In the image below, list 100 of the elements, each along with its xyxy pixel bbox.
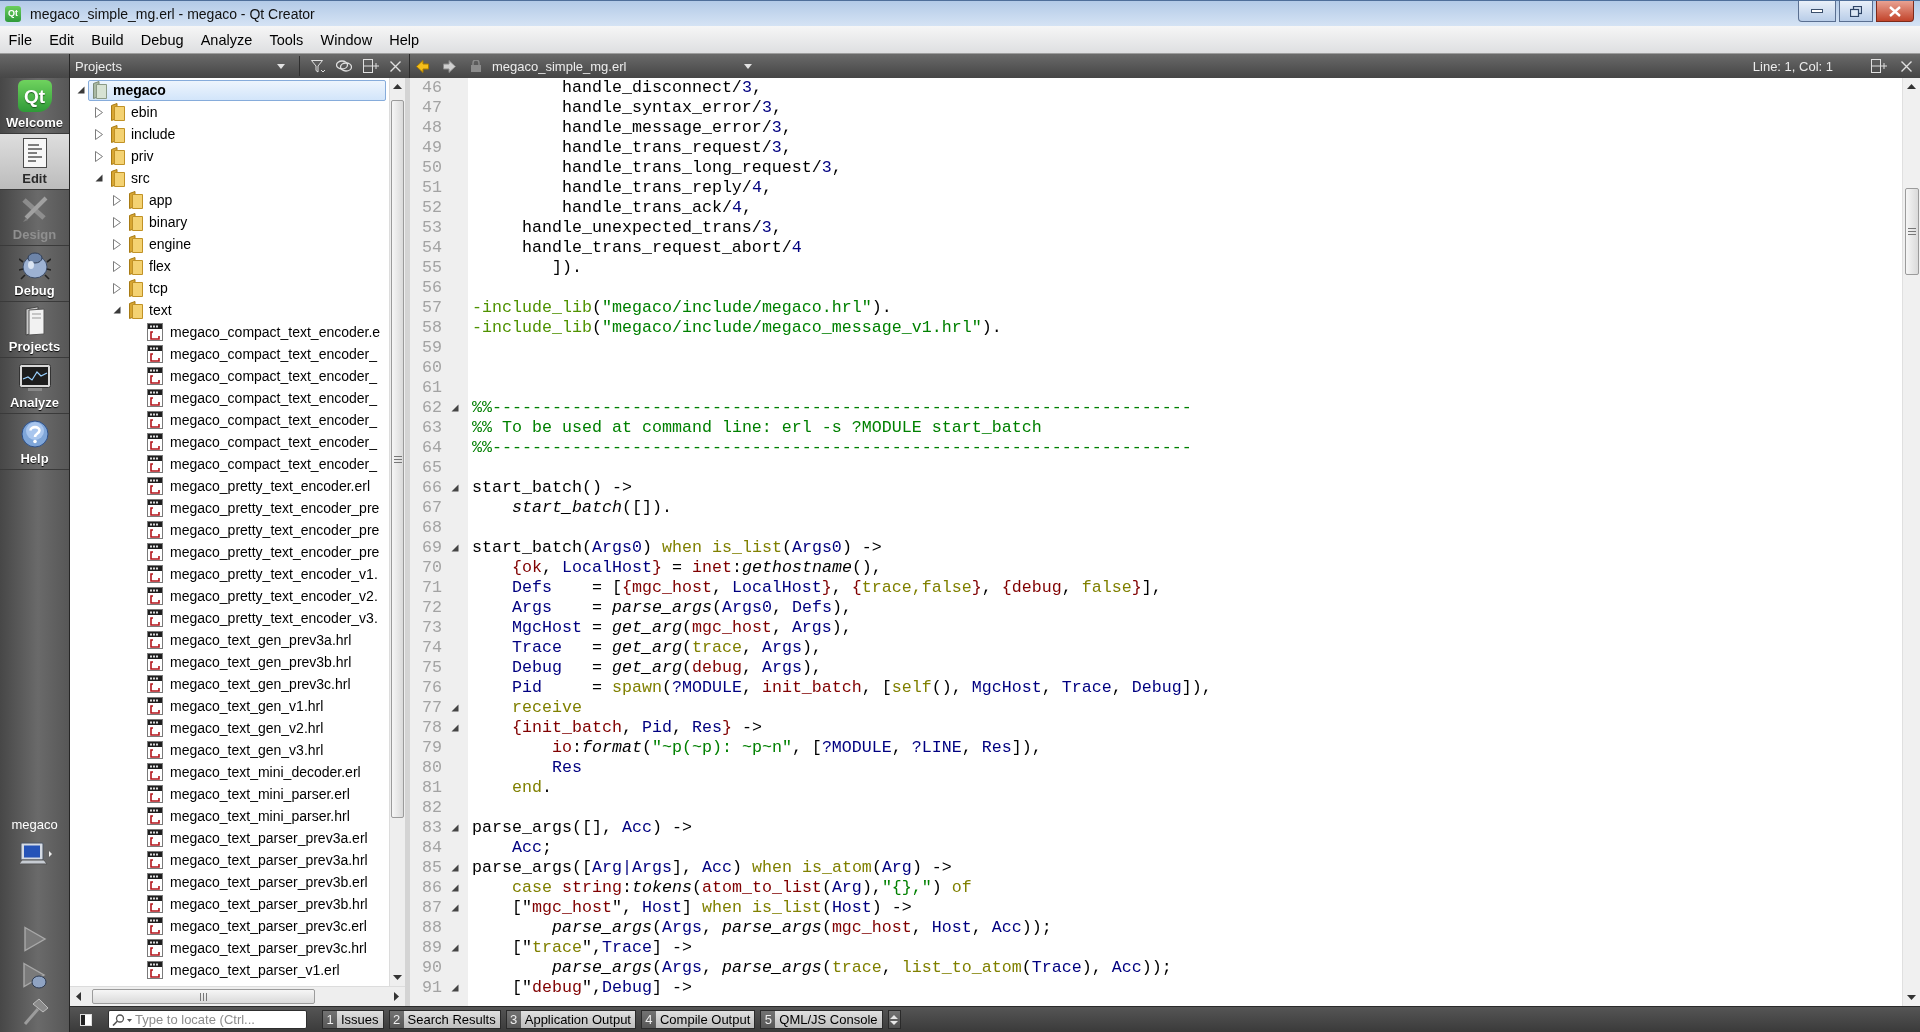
debug-run-icon[interactable] <box>21 962 48 990</box>
tree-item[interactable]: src <box>106 167 156 189</box>
up-arrow-icon[interactable] <box>1907 84 1916 89</box>
fold-icon[interactable] <box>451 484 459 492</box>
tree-item[interactable]: engine <box>124 233 198 255</box>
tree-item[interactable]: megaco_text_mini_decoder.erl <box>142 761 367 783</box>
output-pane-button[interactable]: 2 Search Results <box>388 1010 501 1029</box>
tree-item[interactable]: megaco_text_mini_parser.hrl <box>142 805 356 827</box>
mode-button[interactable]: Qt Welcome <box>0 78 69 134</box>
up-arrow-icon[interactable] <box>393 84 402 89</box>
tree-item[interactable]: flex <box>124 255 177 277</box>
tree-item[interactable]: megaco_pretty_text_encoder_v2. <box>142 585 384 607</box>
mode-button[interactable]: Projects <box>0 302 69 358</box>
filter-icon[interactable] <box>311 59 325 73</box>
mode-button[interactable]: Analyze <box>0 358 69 414</box>
mode-button[interactable]: Edit <box>0 134 69 190</box>
scrollbar-thumb[interactable] <box>92 989 315 1004</box>
output-pane-button[interactable]: 1 Issues <box>322 1010 384 1029</box>
expander-icon[interactable] <box>113 306 121 314</box>
output-pane-button[interactable]: 3 Application Output <box>505 1010 636 1029</box>
scrollbar-thumb[interactable] <box>391 100 404 818</box>
view-dropdown[interactable]: Projects <box>75 56 288 76</box>
left-arrow-icon[interactable] <box>416 59 429 73</box>
tree-item[interactable]: megaco_text_parser_prev3b.hrl <box>142 893 374 915</box>
tree-item[interactable]: megaco_compact_text_encoder_ <box>142 409 384 431</box>
fold-icon[interactable] <box>451 824 459 832</box>
restore-button[interactable] <box>1839 1 1873 22</box>
tree-item[interactable]: ebin <box>106 101 164 123</box>
menu-item[interactable]: Analyze <box>192 28 261 51</box>
tree-item[interactable]: megaco_pretty_text_encoder_pre <box>142 497 386 519</box>
tree-item[interactable]: megaco_compact_text_encoder_ <box>142 365 384 387</box>
tree-item[interactable]: megaco_text_gen_v1.hrl <box>142 695 330 717</box>
menu-item[interactable]: Build <box>82 28 133 51</box>
tree-item[interactable]: megaco_text_gen_prev3c.hrl <box>142 673 357 695</box>
vertical-scrollbar[interactable] <box>389 78 405 986</box>
menu-item[interactable]: File <box>0 28 41 51</box>
mode-button[interactable]: Debug <box>0 246 69 302</box>
mode-button[interactable]: Help <box>0 414 69 470</box>
horizontal-scrollbar[interactable] <box>70 986 405 1006</box>
tree-item[interactable]: megaco_text_parser_prev3c.hrl <box>142 937 373 959</box>
locate-field[interactable]: Type to locate (Ctrl... <box>108 1010 307 1029</box>
left-arrow-icon[interactable] <box>76 992 81 1001</box>
fold-icon[interactable] <box>451 904 459 912</box>
down-arrow-icon[interactable] <box>1907 995 1916 1000</box>
tree-item[interactable]: megaco_text_gen_v2.hrl <box>142 717 330 739</box>
tree-item[interactable]: include <box>106 123 182 145</box>
tree-item[interactable]: megaco_compact_text_encoder_ <box>142 343 384 365</box>
right-arrow-icon[interactable] <box>443 59 456 73</box>
tree-item[interactable]: megaco_text_parser_v1.erl <box>142 959 346 981</box>
split-icon[interactable] <box>1871 59 1887 73</box>
link-icon[interactable] <box>336 60 352 72</box>
tree-item[interactable]: megaco_text_gen_v3.hrl <box>142 739 330 761</box>
fold-icon[interactable] <box>451 884 459 892</box>
output-toggle-button[interactable] <box>887 1010 901 1029</box>
output-pane-button[interactable]: 5 QML/JS Console <box>760 1010 883 1029</box>
tree-item[interactable]: megaco_pretty_text_encoder_v3. <box>142 607 384 629</box>
tree-item[interactable]: megaco_text_parser_prev3a.erl <box>142 827 374 849</box>
fold-icon[interactable] <box>451 404 459 412</box>
fold-icon[interactable] <box>451 864 459 872</box>
tree-item[interactable]: megaco_text_parser_prev3a.hrl <box>142 849 374 871</box>
tree-item[interactable]: megaco_compact_text_encoder_ <box>142 387 384 409</box>
minimize-button[interactable] <box>1798 1 1836 22</box>
fold-icon[interactable] <box>451 984 459 992</box>
tree-item[interactable]: megaco_text_gen_prev3a.hrl <box>142 629 358 651</box>
vertical-scrollbar[interactable] <box>1902 78 1920 1006</box>
menu-item[interactable]: Window <box>311 28 381 51</box>
fold-icon[interactable] <box>451 944 459 952</box>
expander-icon[interactable] <box>95 174 103 182</box>
tree-item[interactable]: text <box>124 299 178 321</box>
tree-item[interactable]: megaco_compact_text_encoder.e <box>142 321 387 343</box>
split-icon[interactable] <box>363 59 379 73</box>
close-button[interactable] <box>1876 1 1914 22</box>
tree-item[interactable]: tcp <box>124 277 174 299</box>
down-arrow-icon[interactable] <box>393 975 402 980</box>
tree-item[interactable]: megaco_text_parser_prev3c.erl <box>142 915 373 937</box>
menu-item[interactable]: Tools <box>260 28 312 51</box>
menu-item[interactable]: Help <box>380 28 428 51</box>
close-icon[interactable] <box>1901 60 1912 72</box>
tree-item[interactable]: megaco_compact_text_encoder_ <box>142 453 384 475</box>
tree-item[interactable]: megaco_pretty_text_encoder_pre <box>142 519 386 541</box>
fold-icon[interactable] <box>451 704 459 712</box>
tree-item[interactable]: megaco_pretty_text_encoder_pre <box>142 541 386 563</box>
tree-item[interactable]: megaco_compact_text_encoder_ <box>142 431 384 453</box>
tree-item[interactable]: megaco_text_mini_parser.erl <box>142 783 356 805</box>
search-icon[interactable] <box>112 1013 132 1026</box>
tree-item[interactable]: megaco_text_parser_prev3b.erl <box>142 871 374 893</box>
close-icon[interactable] <box>390 60 401 72</box>
menu-item[interactable]: Edit <box>40 28 83 51</box>
tree-item[interactable]: megaco_text_gen_prev3b.hrl <box>142 651 358 673</box>
tree-item[interactable]: megaco_pretty_text_encoder.erl <box>142 475 376 497</box>
expander-icon[interactable] <box>77 86 85 94</box>
right-arrow-icon[interactable] <box>394 992 399 1001</box>
tree-item[interactable]: app <box>124 189 179 211</box>
output-pane-button[interactable]: 4 Compile Output <box>640 1010 756 1029</box>
tree-item[interactable]: megaco <box>88 79 386 101</box>
fold-icon[interactable] <box>451 724 459 732</box>
sidebar-toggle-icon[interactable] <box>80 1013 92 1026</box>
scrollbar-thumb[interactable] <box>1904 188 1919 275</box>
menu-item[interactable]: Debug <box>132 28 193 51</box>
tree-item[interactable]: priv <box>106 145 160 167</box>
